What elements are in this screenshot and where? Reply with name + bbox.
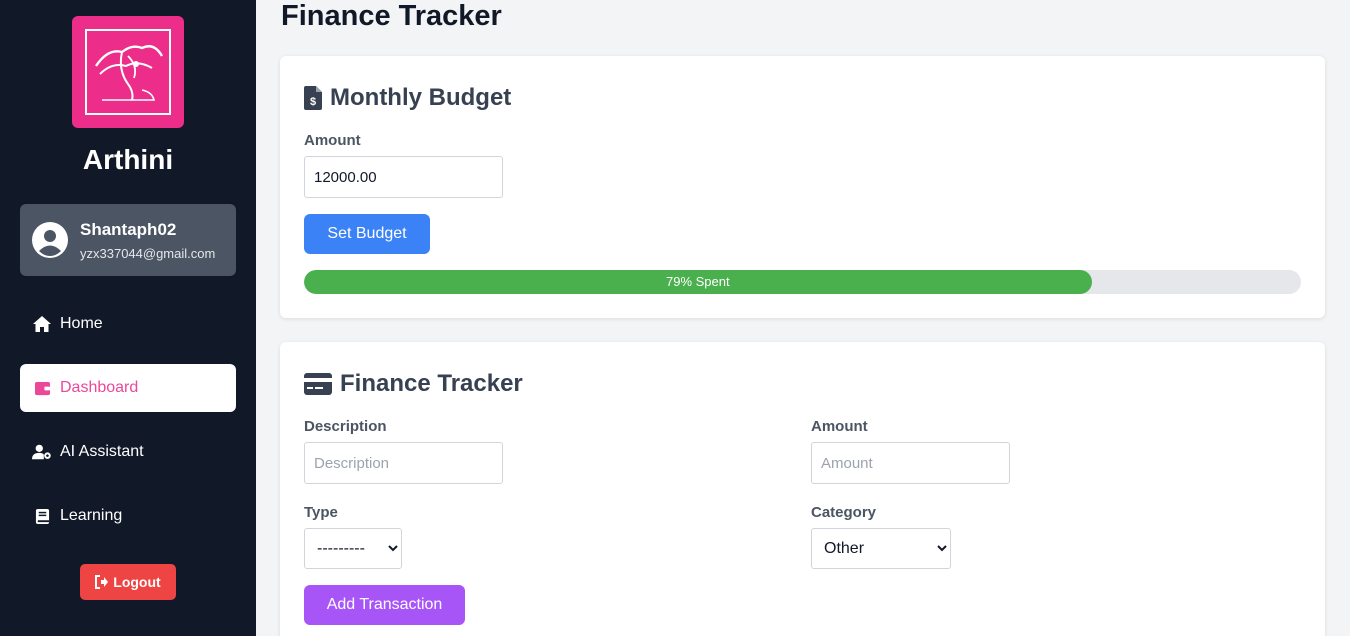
wallet-icon bbox=[32, 379, 52, 397]
category-select[interactable]: Other bbox=[811, 528, 951, 569]
nav-item-dashboard[interactable]: Dashboard bbox=[20, 364, 236, 412]
monthly-budget-card: $ Monthly Budget Amount Set Budget 79% S… bbox=[280, 56, 1325, 318]
handshake-logo-icon bbox=[85, 29, 171, 115]
amount-input[interactable] bbox=[811, 442, 1010, 484]
home-icon bbox=[32, 315, 52, 333]
nav-label-home: Home bbox=[60, 315, 103, 332]
invoice-dollar-icon: $ bbox=[304, 86, 322, 110]
user-gear-icon bbox=[32, 443, 52, 461]
set-budget-button[interactable]: Set Budget bbox=[304, 214, 430, 254]
nav-label-dashboard: Dashboard bbox=[60, 379, 139, 396]
category-label: Category bbox=[811, 504, 877, 521]
nav-label-ai-assistant: AI Assistant bbox=[60, 443, 144, 460]
description-input[interactable] bbox=[304, 442, 503, 484]
type-label: Type bbox=[304, 504, 338, 521]
budget-amount-input[interactable] bbox=[304, 156, 503, 198]
sign-out-icon bbox=[95, 575, 109, 589]
user-email: yzx337044@gmail.com bbox=[80, 246, 216, 261]
nav-item-learning[interactable]: Learning bbox=[20, 492, 236, 540]
amount-label: Amount bbox=[811, 418, 868, 435]
finance-tracker-card: Finance Tracker Description Amount Type … bbox=[280, 342, 1325, 636]
brand-name: Arthini bbox=[82, 144, 174, 175]
logout-label: Logout bbox=[113, 574, 161, 590]
budget-amount-label: Amount bbox=[304, 132, 361, 149]
app-logo[interactable] bbox=[72, 16, 184, 128]
type-select[interactable]: --------- bbox=[304, 528, 402, 569]
logout-button[interactable]: Logout bbox=[80, 564, 176, 600]
finance-tracker-title: Finance Tracker bbox=[340, 370, 523, 397]
nav-label-learning: Learning bbox=[60, 507, 123, 524]
add-transaction-button[interactable]: Add Transaction bbox=[304, 585, 465, 625]
sidebar: Arthini Shantaph02 yzx337044@gmail.com H… bbox=[0, 0, 256, 636]
svg-text:$: $ bbox=[310, 96, 316, 108]
description-label: Description bbox=[304, 418, 387, 435]
monthly-budget-heading: $ Monthly Budget bbox=[304, 84, 511, 112]
budget-progress-bar: 79% Spent bbox=[304, 270, 1301, 294]
user-profile-card[interactable]: Shantaph02 yzx337044@gmail.com bbox=[20, 204, 236, 276]
credit-card-icon bbox=[304, 373, 332, 395]
nav-item-ai-assistant[interactable]: AI Assistant bbox=[20, 428, 236, 476]
user-name: Shantaph02 bbox=[80, 220, 177, 239]
book-icon bbox=[32, 507, 52, 525]
monthly-budget-title: Monthly Budget bbox=[330, 84, 512, 111]
user-avatar-icon bbox=[32, 222, 68, 258]
budget-progress-text: 79% Spent bbox=[666, 274, 730, 289]
finance-tracker-heading: Finance Tracker bbox=[304, 370, 523, 398]
page-title: Finance Tracker bbox=[281, 0, 502, 32]
nav-item-home[interactable]: Home bbox=[20, 300, 236, 348]
